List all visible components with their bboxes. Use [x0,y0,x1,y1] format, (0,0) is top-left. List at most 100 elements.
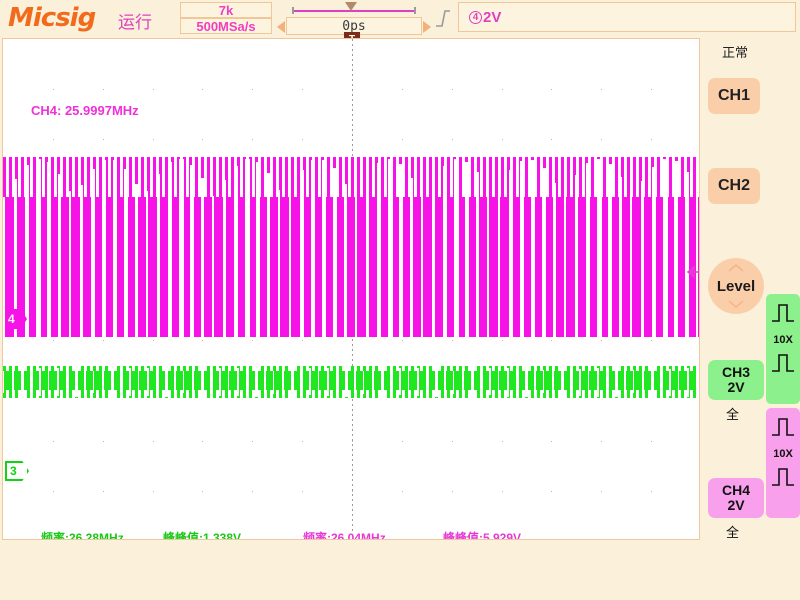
measurement-item[interactable]: 峰峰值:5.929V [443,529,521,539]
ch3-scale: 2V [727,379,745,395]
channel-button-ch2[interactable]: CH2 [708,168,760,204]
ch3-trace-gap [84,368,87,396]
ch4-name: CH4 [721,482,750,498]
trigger-mode-label[interactable]: 正常 [722,42,748,61]
ch3-trace-gap [408,371,410,394]
grid-dot [202,139,203,140]
ch3-trace-gap [120,366,123,397]
sample-rate-value[interactable]: 500MSa/s [180,18,272,34]
ch4-trace-gap [399,164,404,337]
grid-dot [402,139,403,140]
ch3-trace-gap [102,368,105,396]
ch3-name: CH3 [721,364,750,380]
horizontal-position-control[interactable]: 0ps [276,1,432,35]
right-sidebar: 正常 CH1 CH2 Level 10X 10X CH3 2V 全 CH4 2V… [702,38,800,540]
ch3-trace-gap [462,368,465,397]
ch3-probe-column[interactable]: 10X [766,294,800,404]
ch4-trace-gap [531,160,536,337]
ch3-trace-gap [30,366,33,397]
ch3-trace-gap [435,366,438,397]
ch4-trace-gap [157,174,161,337]
ch3-trace-gap [192,368,195,396]
ch4-trace-gap [278,190,281,337]
rising-edge-icon[interactable] [434,8,452,28]
ch4-trace-gap [685,172,689,337]
ch3-trace-gap [390,366,393,397]
ch4-trace-gap [58,174,62,337]
ch3-trace-gap [66,366,69,398]
ch3-trace-gap [138,371,140,393]
ch4-scale: 2V [727,497,745,513]
grid-dot [452,139,453,140]
measurement-item[interactable]: 频率:26.28MHz [41,529,124,539]
ch3-trace-gap [219,368,222,396]
ch4-trace-gap [201,178,204,337]
measurement-item[interactable]: 峰峰值:1.338V [163,529,241,539]
ch3-trace-gap [426,366,429,398]
ch3-trace-gap [453,371,455,394]
ch4-trace-gap [355,192,357,337]
ch3-trace-gap [597,368,600,397]
ch3-trace-gap [372,368,375,396]
chevron-down-icon[interactable] [728,300,744,308]
ch4-probe-ratio[interactable]: 10X [766,448,800,460]
square-wave-icon[interactable] [771,466,795,488]
ch3-trace-gap [93,371,94,393]
ch3-trace-gap [570,366,573,397]
ch4-trace-gap [663,159,668,337]
grid-dot [53,441,54,442]
run-state-label[interactable]: 运行 [118,8,152,33]
square-wave-icon[interactable] [771,302,795,324]
grid-dot [452,441,453,442]
square-wave-icon[interactable] [771,352,795,374]
ch3-trace-gap [543,370,545,393]
grid-dot [651,441,652,442]
grid-dot [252,441,253,442]
ch3-trace-gap [399,368,402,395]
ch3-coupling-label[interactable]: 全 [726,404,739,423]
oscilloscope-screen: Micsig 运行 7k 500MSa/s 0ps 4 2V T CH4: 25… [0,0,800,600]
ch3-trace-gap [345,366,348,397]
trigger-settings-box[interactable]: 4 2V [458,2,796,32]
ch3-trace-gap [291,366,294,398]
ch4-trace-gap [498,186,501,337]
ch4-trace-gap [465,162,470,337]
trigger-level-arrow-icon[interactable] [682,265,700,279]
channel-button-ch3[interactable]: CH3 2V [708,360,764,400]
grid-dot [103,491,104,492]
trigger-level-knob[interactable]: Level [708,258,764,314]
grid-dot [252,340,253,341]
channel-button-ch1[interactable]: CH1 [708,78,760,114]
ch3-trace-gap [561,366,564,398]
grid-dot [103,139,104,140]
position-marker-icon[interactable] [345,2,357,11]
grid-dot [53,491,54,492]
ch3-trace-gap [12,368,15,396]
grid-dot [551,89,552,90]
memory-depth-value[interactable]: 7k [180,2,272,18]
ch3-trace-gap [147,368,150,396]
grid-dot [402,491,403,492]
ch3-trace-bottom-teeth [3,390,699,398]
trigger-level-value: 2V [483,9,502,26]
ch3-trace-gap [174,368,177,396]
waveform-display[interactable]: CH4: 25.9997MHz 4 3 频率:26.28MHz 峰峰值:1.338… [2,38,700,540]
channel-button-ch4[interactable]: CH4 2V [708,478,764,518]
scroll-right-icon[interactable] [423,21,431,33]
ch4-trace-gap [25,165,29,337]
measurement-item[interactable]: 频率:26.04MHz [303,529,386,539]
ch3-probe-ratio[interactable]: 10X [766,334,800,346]
ch4-trace-gap [564,193,566,337]
ch4-trace-gap [113,160,118,337]
grid-dot [103,441,104,442]
ch4-coupling-label[interactable]: 全 [726,522,739,541]
square-wave-icon[interactable] [771,416,795,438]
ch3-trace-gap [282,368,285,396]
scroll-left-icon[interactable] [277,21,285,33]
ch4-trace-gap [410,178,413,337]
grid-dot [153,441,154,442]
grid-dot [402,441,403,442]
chevron-up-icon[interactable] [728,264,744,272]
grid-dot [302,139,303,140]
ch4-probe-column[interactable]: 10X [766,408,800,518]
